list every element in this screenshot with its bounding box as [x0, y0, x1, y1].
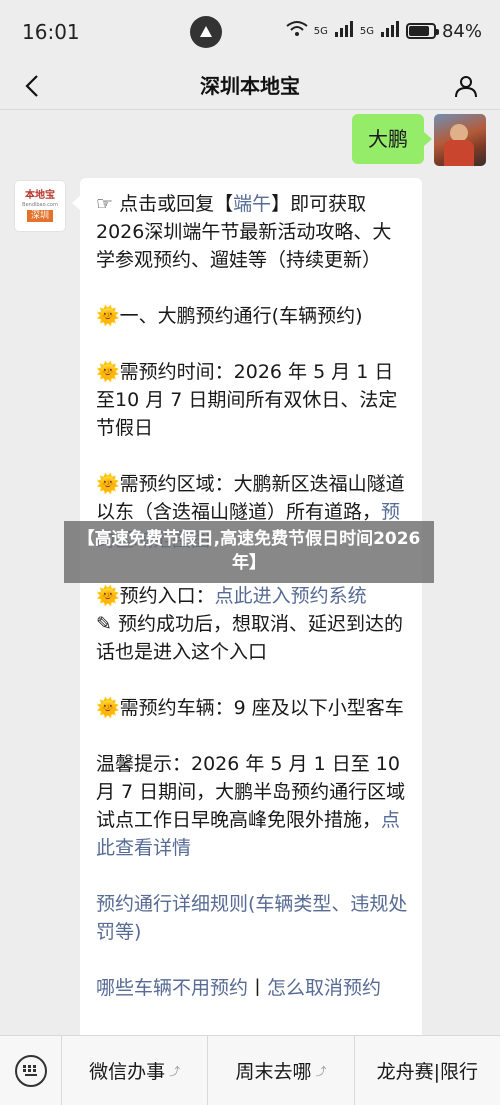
- signal-icon: [334, 20, 354, 42]
- reservation-system-link[interactable]: 点此进入预约系统: [215, 585, 367, 607]
- intro-paragraph: ☞ 点击或回复【端午】即可获取2026深圳端午节最新活动攻略、大学参观预约、遛娃…: [96, 190, 408, 274]
- status-time: 16:01: [22, 20, 80, 44]
- user-icon: [455, 76, 477, 98]
- menu-item-wechat-services[interactable]: 微信办事 ⤴: [62, 1035, 209, 1105]
- rules-link[interactable]: 预约通行详细规则(车辆类型、违规处罚等): [96, 890, 408, 946]
- keyboard-icon: [14, 1054, 47, 1087]
- bot-logo-mid: Bendibao.com: [22, 202, 58, 208]
- reservation-vehicle: 🌞需预约车辆：9 座及以下小型客车: [96, 697, 404, 719]
- entry-prefix: 🌞预约入口：: [96, 585, 215, 607]
- user-message-bubble[interactable]: 大鹏: [352, 114, 432, 164]
- menu-item-dragon-boat[interactable]: 龙舟赛|限行: [355, 1036, 500, 1105]
- reservation-time: 🌞需预约时间：2026 年 5 月 1 日至10 月 7 日期间所有双休日、法定…: [96, 361, 398, 439]
- app-notification-icon: [190, 16, 222, 48]
- overlay-caption: 【高速免费节假日,高速免费节假日时间2026年】: [64, 521, 434, 583]
- reservation-entry: 🌞预约入口：点此进入预约系统: [96, 582, 408, 610]
- duanwu-link[interactable]: 端午: [233, 193, 271, 215]
- bottom-links: 哪些车辆不用预约丨怎么取消预约: [96, 974, 408, 1002]
- bottom-menu: 微信办事 ⤴ 周末去哪 ⤴ 龙舟赛|限行: [0, 1035, 500, 1105]
- exempt-vehicles-link[interactable]: 哪些车辆不用预约: [96, 977, 248, 999]
- menu-item-label: 龙舟赛|限行: [376, 1061, 479, 1083]
- wifi-icon: [286, 20, 308, 43]
- bot-logo-bottom: 深圳: [26, 210, 53, 222]
- bot-logo-top: 本地宝: [25, 190, 55, 201]
- network-label: 5G: [313, 25, 328, 37]
- menu-item-weekend[interactable]: 周末去哪 ⤴: [208, 1035, 355, 1105]
- battery-percent: 84%: [441, 20, 482, 42]
- link-arrow-icon: ⤴: [315, 1064, 327, 1078]
- link-arrow-icon: ⤴: [169, 1064, 181, 1078]
- status-bar: 16:01 5G 5G 84%: [0, 0, 500, 62]
- bot-avatar[interactable]: 本地宝 Bendibao.com 深圳: [14, 180, 66, 232]
- bot-message-bubble: ☞ 点击或回复【端午】即可获取2026深圳端午节最新活动攻略、大学参观预约、遛娃…: [72, 178, 422, 1035]
- profile-button[interactable]: [446, 66, 486, 106]
- section-title: 🌞一、大鹏预约通行(车辆预约): [96, 305, 363, 327]
- user-message: 大鹏: [352, 114, 486, 166]
- tip-paragraph: 温馨提示：2026 年 5 月 1 日至 10 月 7 日期间，大鹏半岛预约通行…: [96, 750, 408, 862]
- nav-bar: 深圳本地宝: [0, 62, 500, 110]
- page-title: 深圳本地宝: [200, 74, 300, 98]
- battery-icon: [405, 23, 439, 39]
- menu-item-label: 周末去哪: [235, 1061, 312, 1083]
- network-label-2: 5G: [359, 25, 374, 37]
- status-indicators: 5G 5G 84%: [286, 18, 482, 44]
- menu-item-label: 微信办事: [89, 1061, 166, 1083]
- keyboard-button[interactable]: [0, 1035, 62, 1105]
- intro-prefix: ☞ 点击或回复【: [96, 193, 234, 215]
- battery-fill: [408, 26, 430, 36]
- user-avatar[interactable]: [434, 114, 486, 166]
- link-separator: 丨: [248, 977, 268, 999]
- signal-icon-2: [380, 20, 400, 42]
- tip-prefix: 温馨提示：2026 年 5 月 1 日至 10 月 7 日期间，大鹏半岛预约通行…: [96, 753, 406, 831]
- area-prefix: 🌞需预约区域：大鹏新区迭福山隧道以东（含迭福山隧道）所有道路，: [96, 473, 405, 523]
- cancel-reservation-link[interactable]: 怎么取消预约: [267, 977, 381, 999]
- entry-note: ✎ 预约成功后，想取消、延迟到达的话也是进入这个入口: [96, 613, 403, 663]
